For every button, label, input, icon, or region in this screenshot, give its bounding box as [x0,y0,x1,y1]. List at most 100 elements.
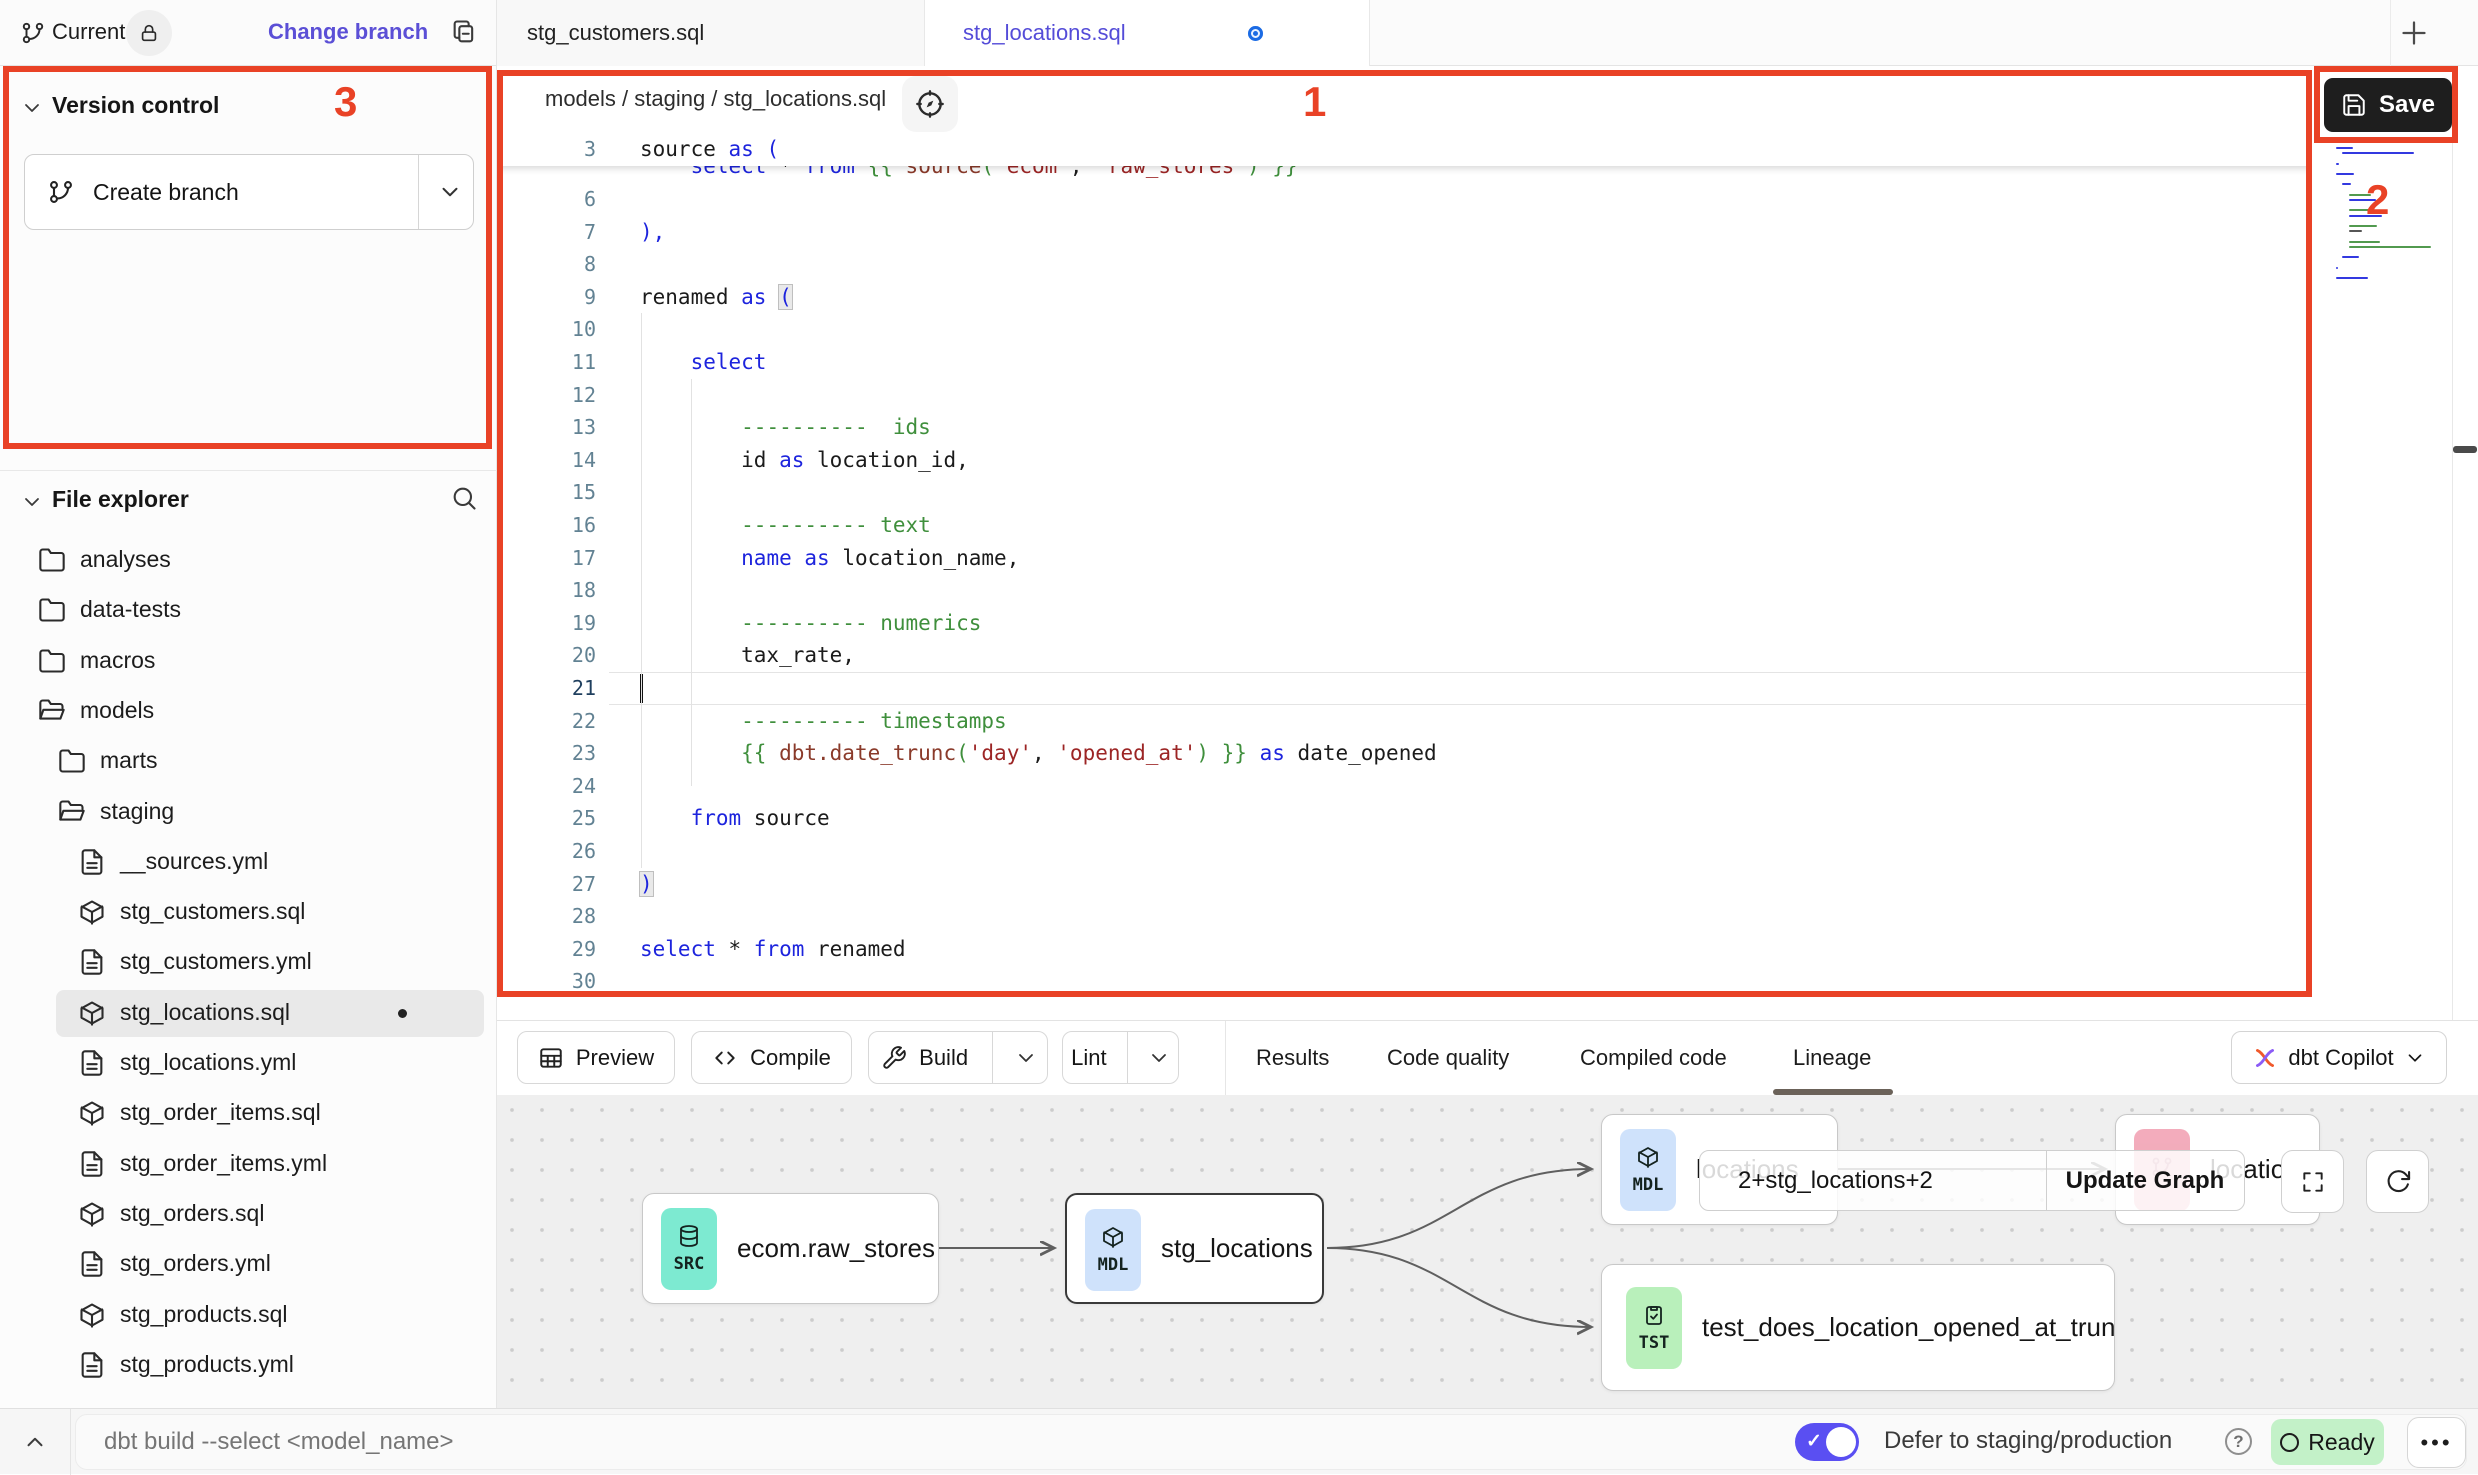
tab-compiled-code[interactable]: Compiled code [1580,1021,1727,1095]
model-icon [78,898,106,926]
editor-minimap[interactable] [2312,133,2452,1020]
file-tree-item-stg-customers-yml[interactable]: stg_customers.yml [0,939,497,986]
code-line-23: 23 {{ dbt.date_trunc('day', 'opened_at')… [497,737,2312,770]
file-tree-item-stg-orders-yml[interactable]: stg_orders.yml [0,1241,497,1288]
file-name: analyses [80,546,171,573]
model-badge: MDL [1085,1209,1141,1291]
lineage-graph[interactable]: SRC ecom.raw_stores MDL stg_locations MD… [497,1095,2478,1408]
minimap-line [2336,163,2339,165]
lock-icon [138,22,160,44]
file-tree-item-stg-order-items-yml[interactable]: stg_order_items.yml [0,1141,497,1188]
divider [418,155,419,229]
code-line-25: 25 from source [497,802,2312,835]
lineage-node-source[interactable]: SRC ecom.raw_stores [642,1193,939,1304]
code-line-22: 22 ---------- timestamps [497,705,2312,738]
code-editor: models / staging / stg_locations.sql 3so… [497,66,2312,1020]
refresh-button[interactable] [2366,1150,2429,1213]
copy-icon[interactable] [450,18,478,46]
file-tree-item-staging[interactable]: staging [0,789,497,836]
file-tree-item-stg-products-yml[interactable]: stg_products.yml [0,1342,497,1389]
code-line-29: 29select * from renamed [497,933,2312,966]
chevron-down-icon[interactable] [1140,1046,1178,1070]
badge-label: SRC [674,1254,705,1274]
file-tree-item-macros[interactable]: macros [0,638,497,685]
file-name: stg_customers.yml [120,948,312,975]
model-icon [78,1200,106,1228]
minimap-line [2336,267,2338,269]
update-graph-button[interactable]: Update Graph [2046,1150,2245,1211]
version-control-header[interactable]: Version control [0,88,497,140]
search-icon[interactable] [450,484,478,512]
file-tree-item-stg-order-items-sql[interactable]: stg_order_items.sql [0,1090,497,1137]
tab-stg-locations[interactable]: stg_locations.sql [925,0,1370,66]
tab-results[interactable]: Results [1256,1021,1329,1095]
file-name: stg_products.sql [120,1301,287,1328]
build-split-button[interactable]: Build [868,1031,1048,1084]
tab-code-quality[interactable]: Code quality [1387,1021,1509,1095]
defer-toggle[interactable]: ✓ [1795,1423,1859,1461]
file-tree-item-stg-orders-sql[interactable]: stg_orders.sql [0,1191,497,1238]
new-tab-button[interactable] [2396,15,2432,51]
code-line-27: 27) [497,868,2312,901]
file-tree-item-marts[interactable]: marts [0,738,497,785]
defer-label: Defer to staging/production [1884,1427,2172,1455]
file-tree-item-models[interactable]: models [0,688,497,735]
check-icon: ✓ [1806,1430,1822,1453]
lineage-selector-input[interactable] [1699,1150,2047,1211]
divider [2390,0,2391,66]
file-tree-item-data-tests[interactable]: data-tests [0,587,497,634]
folder-icon [38,546,66,574]
code-area[interactable]: 3source as ( select * from {{ source('ec… [497,133,2312,1020]
minimap-line [2336,147,2353,149]
collapse-panel-button[interactable] [0,1409,71,1475]
more-options-button[interactable]: ••• [2407,1417,2466,1468]
modified-dot [398,1009,407,1018]
chevron-down-icon [20,490,44,514]
copilot-compass-button[interactable] [902,76,958,132]
change-branch-link[interactable]: Change branch [268,19,428,45]
file-tree-item-stg-customers-sql[interactable]: stg_customers.sql [0,889,497,936]
folder-icon [58,798,86,826]
node-label: stg_locations [1161,1195,1313,1302]
code-line-26: 26 [497,835,2312,868]
file-name: __sources.yml [120,848,268,875]
lineage-node-test[interactable]: TST test_does_location_opened_at_trunc_t… [1601,1264,2115,1391]
code-line-17: 17 name as location_name, [497,542,2312,575]
file-tree-item--sources-yml[interactable]: __sources.yml [0,839,497,886]
file-tree-item-stg-locations-sql[interactable]: stg_locations.sql [0,990,497,1037]
code-line-20: 20 tax_rate, [497,639,2312,672]
file-name: stg_customers.sql [120,898,305,925]
file-name: stg_orders.yml [120,1250,271,1277]
tab-stg-customers[interactable]: stg_customers.sql [497,0,925,66]
chevron-down-icon[interactable] [437,179,463,205]
file-name: macros [80,647,155,674]
minimap-line [2349,194,2372,196]
file-tree-item-analyses[interactable]: analyses [0,537,497,584]
build-main[interactable]: Build [869,1045,980,1071]
file-tree-item-stg-locations-yml[interactable]: stg_locations.yml [0,1040,497,1087]
git-branch-icon [47,178,75,206]
save-button[interactable]: Save [2324,78,2452,132]
help-icon[interactable]: ? [2225,1428,2252,1455]
node-label: ecom.raw_stores [737,1194,935,1303]
code-line-11: 11 select [497,346,2312,379]
tab-lineage[interactable]: Lineage [1793,1021,1871,1095]
lint-split-button[interactable]: Lint [1062,1031,1179,1084]
status-circle-icon [2280,1433,2299,1452]
minimap-line [2336,173,2354,175]
lineage-node-stg-locations[interactable]: MDL stg_locations [1065,1193,1324,1304]
create-branch-button[interactable]: Create branch [24,154,474,230]
unsaved-changes-dot [1248,26,1263,41]
file-explorer-title: File explorer [52,486,189,513]
dbt-copilot-button[interactable]: dbt Copilot [2231,1031,2447,1084]
preview-button[interactable]: Preview [517,1031,675,1084]
panel-resize-handle[interactable] [2453,446,2477,453]
ready-status-button[interactable]: Ready [2271,1419,2384,1465]
file-explorer-header[interactable]: File explorer [0,482,497,534]
compile-button[interactable]: Compile [691,1031,852,1084]
lint-label[interactable]: Lint [1063,1045,1115,1071]
chevron-down-icon[interactable] [1005,1046,1047,1070]
fullscreen-button[interactable] [2281,1150,2344,1213]
minimap-line [2349,241,2381,243]
file-tree-item-stg-products-sql[interactable]: stg_products.sql [0,1292,497,1339]
